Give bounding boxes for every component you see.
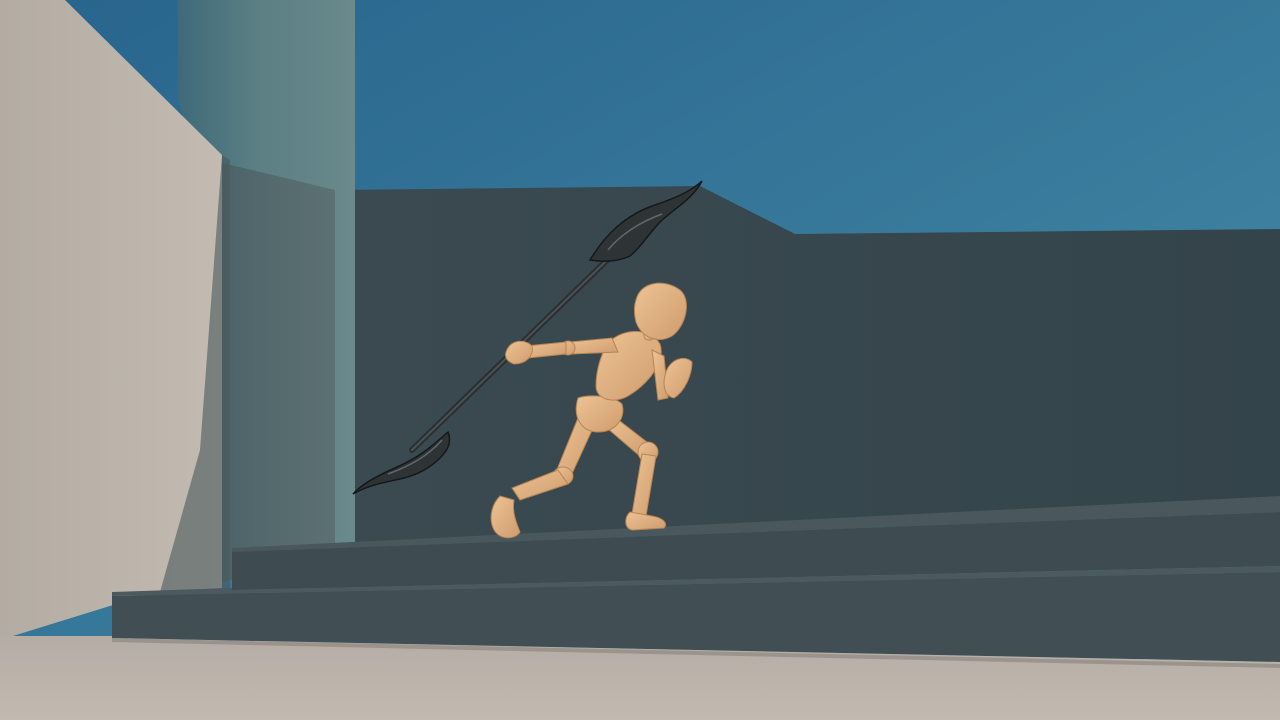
render-scene: [0, 0, 1280, 720]
scene-canvas: [0, 0, 1280, 720]
back-wall: [335, 186, 1280, 548]
